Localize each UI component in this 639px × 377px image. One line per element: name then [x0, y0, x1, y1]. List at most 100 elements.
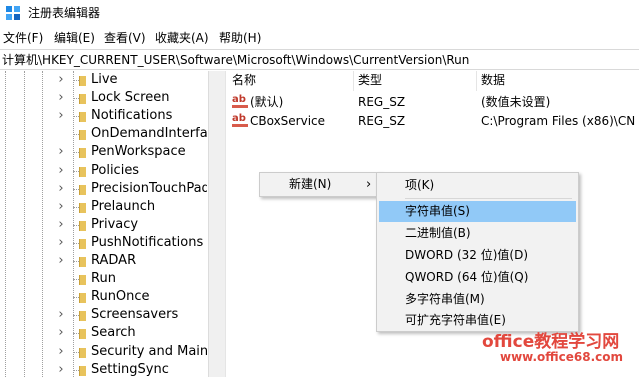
- chevron-right-icon[interactable]: ›: [55, 326, 67, 340]
- tree-item[interactable]: › Live: [0, 71, 207, 89]
- tree-item-label: OnDemandInterfac: [91, 126, 207, 142]
- tree-item[interactable]: › Lock Screen: [0, 89, 207, 107]
- column-header-name[interactable]: 名称: [227, 71, 256, 91]
- folder-icon: [79, 184, 86, 195]
- tree-item-label: Policies: [91, 162, 140, 178]
- menu-item-multi-string-value[interactable]: 多字符串值(M): [379, 289, 576, 310]
- string-value-icon: ab: [232, 95, 248, 109]
- chevron-right-icon[interactable]: ›: [55, 73, 67, 87]
- tree-item-label: Prelaunch: [91, 198, 156, 214]
- string-value-icon: ab: [232, 114, 248, 128]
- title-bar: 注册表编辑器: [0, 0, 639, 26]
- folder-icon: [79, 76, 86, 86]
- menu-bar: 文件(F) 编辑(E) 查看(V) 收藏夹(A) 帮助(H): [0, 28, 639, 48]
- chevron-right-icon[interactable]: ›: [55, 163, 67, 178]
- column-header-type[interactable]: 类型: [353, 71, 382, 91]
- menu-edit[interactable]: 编辑(E): [54, 30, 95, 46]
- folder-icon: [79, 220, 86, 231]
- tree-item-label: Search: [91, 325, 136, 341]
- chevron-right-icon[interactable]: ›: [55, 217, 67, 232]
- tree-item-label: SettingSync: [91, 361, 169, 377]
- chevron-right-icon[interactable]: ›: [55, 254, 67, 268]
- folder-icon: [79, 311, 86, 322]
- tree-item-label: RunOnce: [91, 289, 150, 305]
- column-header-data[interactable]: 数据: [476, 71, 505, 91]
- value-name: (默认): [250, 95, 284, 109]
- tree-item-label: Privacy: [91, 216, 139, 232]
- menu-item-key[interactable]: 项(K): [379, 175, 576, 196]
- menu-item-dword-value[interactable]: DWORD (32 位)值(D): [379, 245, 576, 266]
- tree-item[interactable]: › PushNotifications: [0, 234, 207, 252]
- value-type: REG_SZ: [358, 95, 406, 109]
- chevron-right-icon[interactable]: ›: [55, 181, 67, 196]
- folder-icon: [79, 94, 86, 105]
- menu-item-binary-value[interactable]: 二进制值(B): [379, 223, 576, 244]
- tree-item-label: RADAR: [91, 253, 137, 268]
- chevron-right-icon[interactable]: ›: [55, 344, 67, 359]
- folder-icon: [79, 238, 86, 249]
- menu-item-string-value[interactable]: 字符串值(S): [379, 201, 576, 222]
- chevron-right-icon[interactable]: ›: [55, 91, 67, 105]
- folder-icon: [79, 166, 86, 177]
- tree-item[interactable]: RunOnce: [0, 288, 207, 306]
- menu-file[interactable]: 文件(F): [3, 30, 43, 46]
- tree-item-label: PenWorkspace: [91, 144, 186, 160]
- menu-item-new[interactable]: 新建(N) ›: [262, 174, 379, 195]
- tree-item[interactable]: › Policies: [0, 162, 207, 180]
- list-row[interactable]: ab (默认) REG_SZ (数值未设置): [227, 92, 639, 112]
- folder-icon: [79, 275, 86, 286]
- key-tree[interactable]: › Live › Lock Screen › Notifications OnDemandI…: [0, 71, 207, 377]
- menu-view[interactable]: 查看(V): [104, 30, 146, 46]
- tree-item[interactable]: OnDemandInterfac: [0, 125, 207, 143]
- registry-editor-icon: [6, 6, 20, 20]
- folder-icon: [79, 202, 86, 213]
- watermark-title: office教程学习网: [482, 332, 620, 352]
- tree-item-label: Live: [91, 72, 118, 87]
- tree-item[interactable]: › Search: [0, 324, 207, 342]
- folder-icon: [79, 112, 86, 123]
- tree-item-label: Notifications: [91, 108, 173, 124]
- folder-icon: [79, 329, 86, 340]
- window-title: 注册表编辑器: [28, 6, 101, 20]
- tree-item[interactable]: Run: [0, 270, 207, 288]
- tree-item-label: Screensavers: [91, 307, 179, 323]
- menu-help[interactable]: 帮助(H): [219, 30, 261, 46]
- watermark-url: www.office68.com: [500, 350, 624, 364]
- tree-item[interactable]: › SettingSync: [0, 361, 207, 377]
- menu-separator: [405, 198, 572, 199]
- menu-item-qword-value[interactable]: QWORD (64 位)值(Q): [379, 267, 576, 288]
- folder-icon: [79, 365, 86, 376]
- pane-splitter[interactable]: [208, 71, 226, 377]
- folder-icon: [79, 148, 86, 159]
- chevron-right-icon[interactable]: ›: [55, 235, 67, 250]
- value-type: REG_SZ: [358, 114, 406, 128]
- tree-item[interactable]: › PrecisionTouchPad: [0, 180, 207, 198]
- tree-item[interactable]: › PenWorkspace: [0, 143, 207, 161]
- chevron-right-icon[interactable]: ›: [55, 109, 67, 123]
- address-path[interactable]: 计算机\HKEY_CURRENT_USER\Software\Microsoft…: [2, 52, 469, 68]
- context-menu: 新建(N) ›: [259, 172, 382, 197]
- tree-item[interactable]: › Privacy: [0, 216, 207, 234]
- tree-item-label: Security and Maint: [91, 343, 207, 359]
- list-row[interactable]: ab CBoxService REG_SZ C:\Program Files (…: [227, 111, 639, 131]
- chevron-right-icon[interactable]: ›: [55, 145, 67, 159]
- tree-item[interactable]: › Notifications: [0, 107, 207, 125]
- tree-item[interactable]: › RADAR: [0, 252, 207, 270]
- chevron-right-icon: ›: [366, 177, 372, 192]
- folder-icon: [79, 347, 86, 358]
- tree-item-label: Lock Screen: [91, 90, 170, 106]
- tree-item[interactable]: › Prelaunch: [0, 198, 207, 216]
- tree-item[interactable]: › Security and Maint: [0, 343, 207, 361]
- address-bar[interactable]: 计算机\HKEY_CURRENT_USER\Software\Microsoft…: [0, 49, 639, 70]
- tree-item[interactable]: › Screensavers: [0, 306, 207, 324]
- folder-icon: [79, 293, 86, 304]
- chevron-right-icon[interactable]: ›: [55, 308, 67, 322]
- chevron-right-icon[interactable]: ›: [55, 362, 67, 377]
- value-data: (数值未设置): [481, 95, 551, 109]
- folder-icon: [79, 130, 86, 141]
- chevron-right-icon[interactable]: ›: [55, 199, 67, 214]
- folder-icon: [79, 257, 86, 267]
- tree-item-label: PushNotifications: [91, 234, 204, 250]
- new-submenu: 项(K) 字符串值(S) 二进制值(B) DWORD (32 位)值(D) QW…: [376, 172, 579, 332]
- menu-favorites[interactable]: 收藏夹(A): [155, 30, 209, 46]
